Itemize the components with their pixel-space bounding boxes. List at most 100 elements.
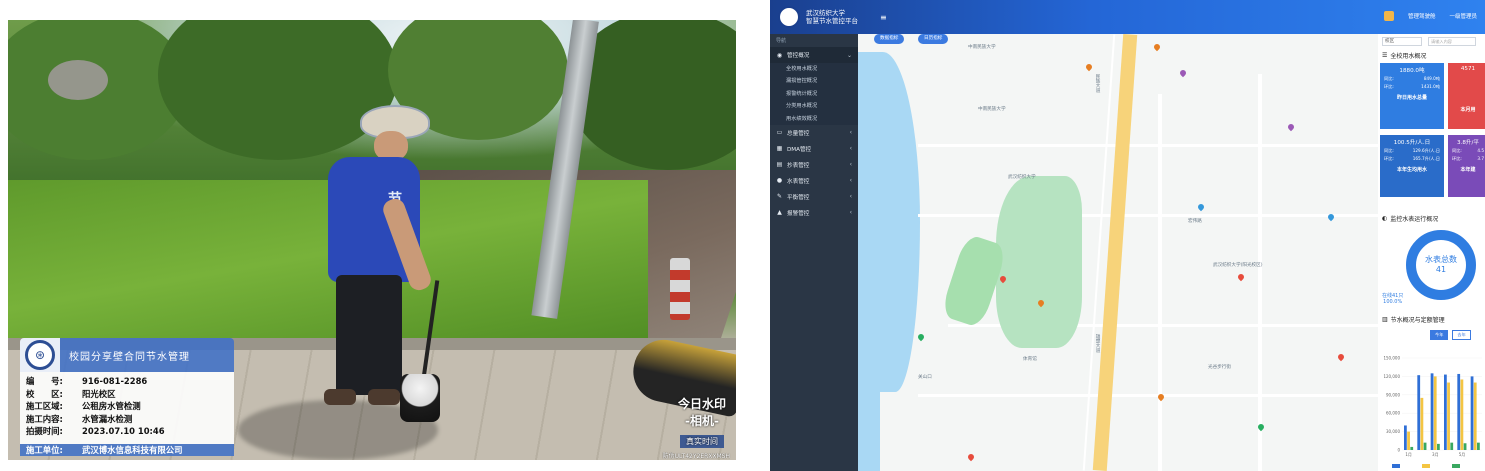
bar[interactable] bbox=[1460, 379, 1464, 450]
map-pin-icon[interactable] bbox=[1178, 68, 1188, 78]
sidebar-subitem[interactable]: 报警统计概况 bbox=[770, 87, 858, 101]
sidebar-item-total[interactable]: ▭ 总量管控 ‹ bbox=[770, 125, 858, 141]
tab-this-year[interactable]: 今年 bbox=[1430, 330, 1449, 340]
map-label: 雄楚大道 bbox=[1095, 334, 1100, 353]
bar[interactable] bbox=[1444, 374, 1447, 450]
lake bbox=[858, 52, 920, 392]
bar[interactable] bbox=[1470, 376, 1474, 450]
panel-title: 全校用水概况 bbox=[1390, 53, 1427, 60]
header-bar: 武汉纺织大学 智慧节水管控平台 ≡ 管理驾驶舱 一级管理员 bbox=[770, 0, 1485, 34]
stat-card: 1880.0吨 同比: 849.0吨 环比: 1431.0吨 昨日用水总量 bbox=[1380, 63, 1444, 129]
online-status: 在线41只 100.0% bbox=[1382, 293, 1404, 305]
campus-select[interactable]: 校区 bbox=[1382, 36, 1422, 46]
bar[interactable] bbox=[1477, 442, 1480, 450]
y-tick-label: 120,000 bbox=[1383, 374, 1400, 379]
stat-card: 3.8升/平 同比: 4.5 环比: 3.7 本年建 bbox=[1448, 135, 1485, 197]
bollard bbox=[670, 258, 690, 320]
x-tick-label: 1月 bbox=[1405, 452, 1412, 457]
chip-calendar[interactable]: 日历指标 bbox=[918, 34, 949, 44]
map-pin-icon[interactable] bbox=[966, 452, 976, 462]
chevron-left-icon: ‹ bbox=[849, 209, 852, 217]
map-pin-icon[interactable] bbox=[1196, 202, 1206, 212]
map-label: 中南民族大学 bbox=[968, 45, 996, 50]
chevron-down-icon: ⌄ bbox=[846, 51, 852, 59]
sidebar-item-meter[interactable]: ● 水表管控 ‹ bbox=[770, 173, 858, 189]
map-label: 武汉纺织大学 bbox=[1008, 175, 1036, 180]
campus-park bbox=[996, 176, 1082, 348]
watermark-row: 施工内容: 水管漏水检测 bbox=[26, 413, 133, 424]
sidebar-item-dma[interactable]: ▦ DMA管控 ‹ bbox=[770, 141, 858, 157]
bar[interactable] bbox=[1447, 382, 1450, 450]
bar[interactable] bbox=[1407, 431, 1410, 450]
university-logo-icon: ⊛ bbox=[25, 340, 55, 370]
y-tick-label: 60,000 bbox=[1386, 411, 1400, 416]
legend-swatch bbox=[1392, 464, 1400, 468]
notice-link[interactable]: 管理驾驶舱 bbox=[1408, 12, 1436, 20]
watermark-row: 校 区: 阳光校区 bbox=[26, 388, 116, 399]
tab-last-year[interactable]: 去年 bbox=[1452, 330, 1471, 340]
bar-chart-icon: ▥ bbox=[1382, 316, 1388, 323]
notification-icon[interactable] bbox=[1383, 11, 1394, 21]
watermark-row: 编 号: 916-081-2286 bbox=[26, 376, 148, 386]
sidebar-item-reading[interactable]: ▤ 抄表管控 ‹ bbox=[770, 157, 858, 173]
sidebar-section-label: 导航 bbox=[776, 38, 787, 44]
sidebar-item-balance[interactable]: ✎ 平衡管控 ‹ bbox=[770, 189, 858, 205]
stat-cards: 1880.0吨 同比: 849.0吨 环比: 1431.0吨 昨日用水总量 4571… bbox=[1378, 63, 1485, 203]
watermark-panel: ⊛ 校园分享壁合同节水管理 编 号: 916-081-2286 校 区: 阳光校区 … bbox=[20, 338, 234, 456]
save-title: 节水概况与定额管理 bbox=[1390, 317, 1445, 324]
sidebar-subitem[interactable]: 用水绩效概况 bbox=[770, 112, 858, 125]
donut-value: 41 bbox=[1436, 265, 1446, 274]
map-pin-icon[interactable] bbox=[1152, 42, 1162, 52]
university-logo-icon bbox=[778, 6, 800, 28]
bar[interactable] bbox=[1473, 382, 1477, 450]
map-label: 宏伟路 bbox=[1188, 219, 1202, 224]
map-pin-icon[interactable] bbox=[1336, 352, 1346, 362]
meter-title: 监控水表运行概况 bbox=[1390, 216, 1439, 223]
watermark-title: 校园分享壁合同节水管理 bbox=[69, 351, 190, 363]
user-menu[interactable]: 一级管理员 bbox=[1449, 12, 1477, 20]
watermark-row: 拍摄时间: 2023.07.10 10:46 bbox=[26, 426, 165, 436]
bar[interactable] bbox=[1404, 425, 1407, 450]
watermark-footer: 施工单位: 武汉博水信息科技有限公司 bbox=[20, 444, 234, 456]
search-input[interactable]: 请输入内容 bbox=[1428, 36, 1476, 46]
y-tick-label: 30,000 bbox=[1386, 429, 1400, 434]
map-pin-icon[interactable] bbox=[1236, 272, 1246, 282]
x-tick-label: 5月 bbox=[1459, 452, 1466, 457]
bar[interactable] bbox=[1437, 443, 1440, 450]
y-tick-label: 150,000 bbox=[1383, 356, 1400, 361]
x-tick-label: 3月 bbox=[1432, 452, 1439, 457]
bar[interactable] bbox=[1450, 442, 1454, 450]
sidebar-item-alarm[interactable]: ▲ 报警管控 ‹ bbox=[770, 205, 858, 221]
sidebar-subitem[interactable]: 全校用水概况 bbox=[770, 63, 858, 76]
verification-code: 防伪ULT42Y2ERXXMSH bbox=[662, 453, 730, 460]
map-label: 武汉纺织大学(阳光校区) bbox=[1213, 263, 1263, 268]
bar[interactable] bbox=[1457, 373, 1461, 450]
donut-label: 水表总数 bbox=[1425, 254, 1457, 264]
map-pin-icon[interactable] bbox=[1286, 122, 1296, 132]
legend-swatch bbox=[1422, 464, 1430, 468]
field-photo: 节水 ⊛ 校园分享壁合同节水管理 编 号:916-081-2286 校 区:阳光… bbox=[8, 20, 736, 460]
bar[interactable] bbox=[1463, 443, 1467, 450]
chip-data[interactable]: 数据指标 bbox=[874, 34, 905, 44]
bar[interactable] bbox=[1410, 446, 1414, 450]
sidebar-subitem[interactable]: 漏损管控概况 bbox=[770, 75, 858, 88]
bar[interactable] bbox=[1423, 442, 1427, 450]
map-label: 光谷步行街 bbox=[1208, 365, 1231, 370]
campus-map[interactable]: 数据指标 日历指标 中南民族大学 武汉纺织大学 民族大道 中南民族大学 雄楚大道… bbox=[858, 34, 1378, 471]
sidebar-subitem[interactable]: 分类用水概况 bbox=[770, 100, 858, 113]
meter-donut-chart: 水表总数 41 bbox=[1406, 230, 1476, 300]
map-label: 中南民族大学 bbox=[978, 107, 1006, 112]
bar[interactable] bbox=[1430, 373, 1434, 450]
map-label: 体育馆 bbox=[1023, 357, 1037, 362]
sidebar-item-overview[interactable]: ◉ 管控概况 ⌄ bbox=[770, 47, 858, 63]
bar[interactable] bbox=[1433, 376, 1437, 450]
sidebar: 导航 ◉ 管控概况 ⌄ 全校用水概况 漏损管控概况 报警统计概况 分类用水概况 用水… bbox=[770, 34, 858, 471]
composite-image: 节水 ⊛ 校园分享壁合同节水管理 编 号:916-081-2286 校 区:阳光… bbox=[0, 0, 1485, 471]
map-pin-icon[interactable] bbox=[916, 332, 926, 342]
dashboard-icon: ◉ bbox=[776, 51, 783, 59]
bar[interactable] bbox=[1417, 375, 1421, 450]
hamburger-icon[interactable]: ≡ bbox=[880, 13, 887, 22]
bar[interactable] bbox=[1420, 397, 1424, 450]
map-pin-icon[interactable] bbox=[1084, 62, 1094, 72]
menu-icon: ☰ bbox=[1382, 52, 1388, 59]
